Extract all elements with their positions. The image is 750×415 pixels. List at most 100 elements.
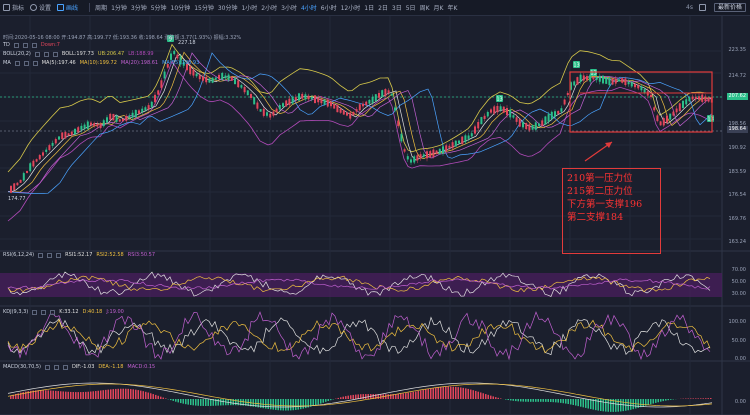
eye-icon[interactable] (34, 51, 40, 57)
eye-icon[interactable] (44, 364, 50, 370)
candle-body (29, 163, 32, 172)
candle-body (42, 152, 44, 156)
candle-body (147, 105, 150, 110)
interval-option[interactable]: 2小时 (261, 3, 277, 12)
interval-option[interactable]: 1小时 (241, 3, 257, 12)
gear-icon[interactable] (22, 42, 28, 48)
price-axis-tick: 190.92 (728, 145, 747, 151)
macd-bar (47, 390, 49, 399)
macd-bar (302, 399, 304, 409)
candle-body (592, 77, 595, 80)
gear-icon[interactable] (43, 51, 49, 57)
macd-bar (570, 399, 572, 405)
eye-icon[interactable] (32, 309, 38, 315)
close-icon[interactable] (50, 309, 56, 315)
gear-icon[interactable] (47, 252, 53, 258)
interval-option[interactable]: 5分钟 (151, 3, 167, 12)
countdown-label: 4s (686, 4, 693, 11)
candle-body (160, 80, 163, 88)
interval-option[interactable]: 5日 (406, 3, 416, 12)
macd-bar (472, 390, 474, 399)
interval-option[interactable]: 10分钟 (171, 3, 191, 12)
boll-mid-value: BOLL:197.73 (61, 51, 94, 57)
interval-option[interactable]: 月K (434, 3, 444, 12)
candle-body (374, 94, 377, 102)
candle-body (35, 159, 38, 162)
kdj-name: KDJ(9,3,3) (3, 309, 29, 315)
candle-body (394, 107, 396, 111)
fullscreen-icon[interactable] (698, 4, 706, 11)
settings-button[interactable]: 设置 (30, 3, 51, 12)
interval-option[interactable]: 3分钟 (131, 3, 147, 12)
macd-bar (92, 391, 94, 399)
price-mode-button[interactable]: 最新价格 (713, 3, 746, 12)
interval-option[interactable]: 2日 (378, 3, 388, 12)
candle-body (698, 96, 700, 100)
candle-body (170, 53, 172, 60)
candle-body (310, 97, 313, 100)
interval-option[interactable]: 12小时 (341, 3, 361, 12)
candle-body (278, 104, 281, 110)
interval-option[interactable]: 3日 (392, 3, 402, 12)
close-icon[interactable] (52, 51, 58, 57)
annotation-line-4: 第二支撑184 (567, 212, 624, 223)
interval-option[interactable]: 4小时 (301, 3, 317, 12)
draw-button[interactable]: 画线 (57, 3, 78, 12)
close-icon[interactable] (56, 252, 62, 258)
candle-body (294, 97, 297, 101)
candle-body (384, 89, 387, 97)
macd-bar (640, 399, 642, 408)
macd-bar (50, 390, 52, 399)
interval-option[interactable]: 周K (420, 3, 430, 12)
interval-option[interactable]: 15分钟 (194, 3, 214, 12)
macd-bar (42, 390, 44, 399)
eye-icon[interactable] (14, 60, 20, 66)
macd-bar (340, 397, 342, 399)
interval-option[interactable]: 6小时 (321, 3, 337, 12)
close-icon[interactable] (62, 364, 68, 370)
macd-bar (512, 399, 514, 401)
interval-option[interactable]: 3小时 (281, 3, 297, 12)
macd-bar (417, 390, 419, 399)
macd-bar (630, 399, 632, 410)
candle-body (240, 85, 243, 88)
candle-body (259, 109, 262, 112)
interval-option[interactable]: 1分钟 (111, 3, 127, 12)
macd-bar (467, 388, 469, 399)
close-icon[interactable] (32, 60, 38, 66)
gear-icon[interactable] (41, 309, 47, 315)
macd-bar (280, 399, 282, 411)
eye-icon[interactable] (13, 42, 19, 48)
macd-bar (305, 399, 307, 409)
candle-body (349, 112, 352, 119)
candle-body (352, 111, 355, 116)
candle-body (454, 140, 457, 147)
candle-body (614, 78, 617, 84)
macd-bar (40, 390, 42, 399)
eye-icon[interactable] (38, 252, 44, 258)
candle-body (672, 111, 675, 116)
price-axis-tick: 183.59 (728, 169, 747, 175)
macd-bar (157, 395, 159, 399)
kdj-axis-tick: 50.00 (731, 338, 746, 344)
macd-bar (297, 399, 299, 410)
indicator-button[interactable]: 指标 (3, 3, 24, 12)
price-axis-tick: 223.35 (728, 47, 747, 53)
gear-icon[interactable] (23, 60, 29, 66)
macd-bar (497, 397, 499, 399)
candle-body (422, 154, 425, 157)
candle-body (365, 101, 368, 106)
candle-body (93, 123, 96, 127)
candle-body (544, 116, 547, 125)
macd-bar (517, 399, 519, 402)
macd-bar (137, 390, 139, 399)
interval-option[interactable]: 年K (447, 3, 457, 12)
macd-bar (402, 393, 404, 399)
macd-bar (480, 392, 482, 399)
interval-option[interactable]: 30分钟 (218, 3, 238, 12)
interval-option[interactable]: 1日 (364, 3, 374, 12)
close-icon[interactable] (31, 42, 37, 48)
macd-bar (35, 390, 37, 399)
gear-icon[interactable] (53, 364, 59, 370)
macd-bar (330, 399, 332, 401)
